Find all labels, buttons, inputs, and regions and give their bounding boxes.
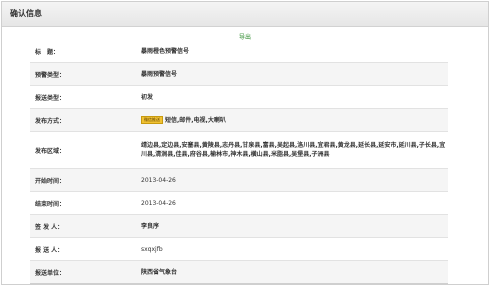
- row-publish-method: 发布方式： 微信推送 短信,邮件,电视,大喇叭: [30, 109, 448, 132]
- row-label: 签 发 人：: [35, 223, 64, 231]
- publish-badge: 微信推送: [141, 116, 163, 124]
- row-label: 发布方式：: [35, 117, 66, 125]
- row-label: 报送类型：: [35, 94, 66, 102]
- row-value: 李良序: [141, 222, 160, 230]
- row-publish-area: 发布区域： 靖边县,定边县,安塞县,黄陵县,志丹县,甘泉县,富县,吴起县,洛川县…: [30, 132, 448, 169]
- row-warning-type: 预警类型： 暴雨预警信号: [30, 63, 448, 86]
- row-value: 初发: [141, 93, 154, 101]
- row-value: 陕西省气象台: [141, 268, 178, 276]
- row-value: sxqxjfb: [141, 245, 163, 253]
- row-value: 2013-04-26: [141, 199, 176, 207]
- row-end-time: 结束时间： 2013-04-26: [30, 192, 448, 215]
- row-value: 微信推送 短信,邮件,电视,大喇叭: [141, 116, 448, 125]
- info-table: 标 题： 暴雨橙色预警信号 预警类型： 暴雨预警信号 报送类型： 初发 发布方式…: [30, 40, 448, 284]
- row-value: 2013-04-26: [141, 176, 176, 184]
- row-issuer: 签 发 人： 李良序: [30, 215, 448, 238]
- row-label: 开始时间：: [35, 177, 66, 185]
- row-label: 标 题：: [35, 48, 60, 56]
- row-label: 报 送 人：: [35, 246, 64, 254]
- row-value: 靖边县,定边县,安塞县,黄陵县,志丹县,甘泉县,富县,吴起县,洛川县,宜君县,黄…: [141, 142, 446, 158]
- row-title: 标 题： 暴雨橙色预警信号: [30, 40, 448, 63]
- row-start-time: 开始时间： 2013-04-26: [30, 169, 448, 192]
- row-value: 暴雨橙色预警信号: [141, 47, 190, 55]
- publish-methods: 短信,邮件,电视,大喇叭: [165, 116, 226, 124]
- confirm-panel: 确认信息 导出 标 题： 暴雨橙色预警信号 预警类型： 暴雨预警信号 报送类型：…: [1, 1, 489, 285]
- row-label: 预警类型：: [35, 71, 66, 79]
- panel-title: 确认信息: [2, 2, 488, 27]
- row-reporter: 报 送 人： sxqxjfb: [30, 238, 448, 261]
- row-report-unit: 报送单位： 陕西省气象台: [30, 261, 448, 284]
- row-label: 发布区域：: [35, 147, 66, 155]
- row-value: 暴雨预警信号: [141, 70, 178, 78]
- row-report-type: 报送类型： 初发: [30, 86, 448, 109]
- row-label: 报送单位：: [35, 269, 66, 277]
- row-label: 结束时间：: [35, 200, 66, 208]
